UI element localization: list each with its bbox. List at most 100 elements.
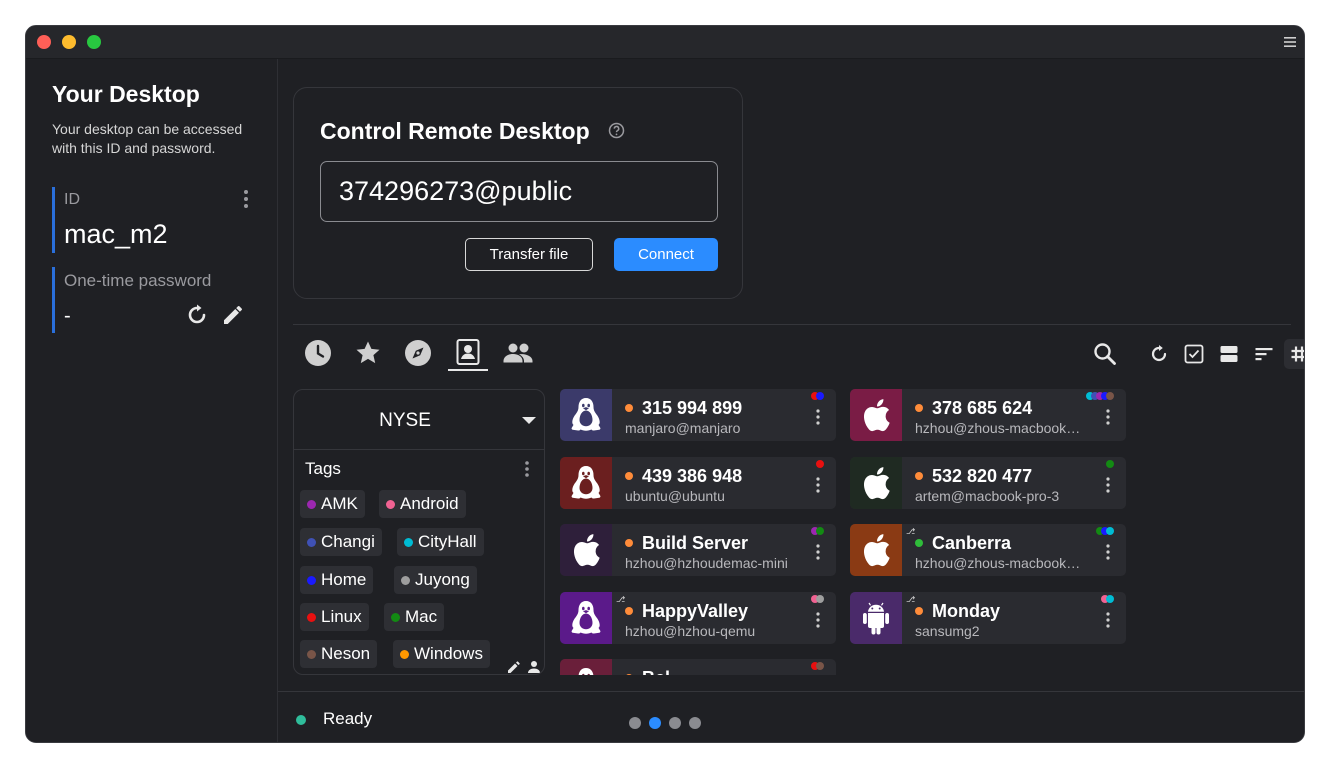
more-vert-icon[interactable] (815, 543, 821, 561)
tag-chip[interactable]: Windows (393, 640, 490, 668)
view-button[interactable] (1214, 339, 1244, 369)
more-vert-icon[interactable] (241, 189, 251, 209)
peer-card[interactable]: ⎇ Canberra hzhou@zhous-macbook-… (850, 524, 1126, 576)
peer-id: HappyValley (642, 600, 749, 621)
tag-chip[interactable]: Mac (384, 603, 445, 631)
peer-status-dot (625, 674, 633, 675)
tag-color-dot (307, 499, 316, 509)
address-book-select[interactable]: NYSE (294, 390, 544, 450)
edit-icon[interactable] (507, 660, 521, 674)
connect-button[interactable]: Connect (614, 238, 718, 271)
tag-chip[interactable]: Android (379, 490, 466, 518)
close-window-button[interactable] (37, 35, 51, 49)
app-window: Your Desktop Your desktop can be accesse… (25, 25, 1305, 743)
tag-chip[interactable]: Changi (300, 528, 382, 556)
status-indicator (296, 715, 306, 725)
page-dot[interactable] (649, 717, 661, 729)
more-vert-icon[interactable] (1105, 543, 1111, 561)
tab-group[interactable] (498, 335, 538, 371)
peer-card[interactable]: Bel (560, 659, 836, 675)
peer-tag-dot (816, 459, 824, 468)
peer-tag-dot (1106, 459, 1114, 468)
id-label: ID (64, 191, 80, 208)
password-label: One-time password (64, 271, 212, 290)
tag-chip[interactable]: Home (300, 566, 374, 594)
tag-chip[interactable]: CityHall (397, 528, 484, 556)
tag-label: Juyong (415, 570, 470, 589)
person-icon[interactable] (527, 660, 541, 674)
apple-icon (863, 466, 890, 499)
peer-status-dot (625, 606, 633, 615)
peer-card-grid: 315 994 899 manjaro@manjaro 378 685 624 hzh… (560, 389, 1140, 675)
peer-tabs-row (278, 331, 1304, 375)
more-vert-icon[interactable] (815, 476, 821, 494)
peer-tag-dot (816, 662, 824, 670)
status-bar: Ready (278, 691, 1304, 742)
refresh-password-icon[interactable] (185, 303, 209, 327)
peer-card[interactable]: Build Server hzhou@hzhoudemac-mini (560, 524, 836, 576)
control-remote-card: Control Remote Desktop Transfer file Con… (293, 87, 743, 299)
peer-card[interactable]: ⎇ Monday sansumg2 (850, 591, 1126, 644)
peer-id: 439 386 948 (642, 465, 743, 486)
peer-tag-dots (811, 662, 824, 670)
remote-id-input[interactable] (320, 161, 718, 222)
peer-username: ubuntu@ubuntu (625, 487, 725, 504)
peer-username: hzhou@hzhoudemac-mini (625, 555, 788, 571)
password-value[interactable]: - (64, 305, 71, 328)
tag-chip[interactable]: Linux (300, 603, 369, 631)
peer-tag-dots (811, 392, 824, 400)
peer-status-dot (625, 404, 633, 412)
peer-card[interactable]: ⎇ HappyValley hzhou@hzhou-qemu (560, 591, 836, 644)
android-icon (863, 602, 889, 634)
help-icon[interactable] (608, 122, 625, 139)
select-button[interactable] (1179, 339, 1209, 369)
peer-tag-dot (816, 392, 824, 400)
tag-chip[interactable]: AMK (300, 490, 365, 518)
id-value[interactable]: mac_m2 (64, 219, 168, 250)
peer-card[interactable]: 378 685 624 hzhou@zhous-macbook-… (850, 389, 1126, 441)
transfer-file-button[interactable]: Transfer file (465, 238, 593, 271)
tab-favorites[interactable] (348, 335, 388, 371)
page-dot[interactable] (689, 717, 701, 729)
peer-avatar (850, 591, 902, 644)
peer-tag-dot (816, 594, 824, 603)
refresh-button[interactable] (1144, 339, 1174, 369)
minimize-window-button[interactable] (62, 35, 76, 49)
tab-discovered[interactable] (398, 335, 438, 371)
peer-status-dot (915, 471, 923, 480)
peer-status-dot (915, 539, 923, 547)
search-icon (1094, 343, 1116, 365)
more-vert-icon[interactable] (815, 611, 821, 629)
zoom-window-button[interactable] (87, 35, 101, 49)
sort-button[interactable] (1249, 339, 1279, 369)
tag-label: Neson (321, 644, 371, 663)
peer-tag-dots (811, 527, 824, 535)
page-dot[interactable] (669, 717, 681, 729)
tag-chip[interactable]: Juyong (394, 566, 477, 594)
more-vert-icon[interactable] (1105, 408, 1111, 426)
tag-label: Changi (321, 532, 375, 551)
address-book-tag-panel: NYSE Tags AMK Android Changi CityHall Home Ju… (293, 389, 545, 675)
peer-card[interactable]: 532 820 477 artem@macbook-pro-3 (850, 456, 1126, 509)
more-vert-icon[interactable] (815, 408, 821, 426)
peer-avatar (560, 524, 612, 576)
more-vert-icon[interactable] (1105, 476, 1111, 494)
peer-avatar (560, 659, 612, 675)
peer-id: Canberra (932, 533, 1012, 553)
search-button[interactable] (1090, 339, 1120, 369)
tag-chip[interactable]: Neson (300, 640, 378, 668)
peer-card[interactable]: 439 386 948 ubuntu@ubuntu (560, 456, 836, 509)
more-vert-icon[interactable] (1105, 611, 1111, 629)
tab-address-book[interactable] (448, 335, 488, 371)
more-vert-icon[interactable] (523, 460, 531, 478)
page-dot[interactable] (629, 717, 641, 729)
peer-id: 378 685 624 (932, 398, 1033, 418)
peer-card[interactable]: 315 994 899 manjaro@manjaro (560, 389, 836, 441)
edit-password-icon[interactable] (221, 303, 245, 327)
section-divider (293, 324, 1291, 325)
hamburger-menu-icon[interactable] (1282, 34, 1298, 50)
select-icon (1184, 344, 1204, 364)
grid-view-button[interactable] (1284, 339, 1304, 369)
apple-icon (573, 534, 600, 567)
tab-recent[interactable] (298, 335, 338, 371)
